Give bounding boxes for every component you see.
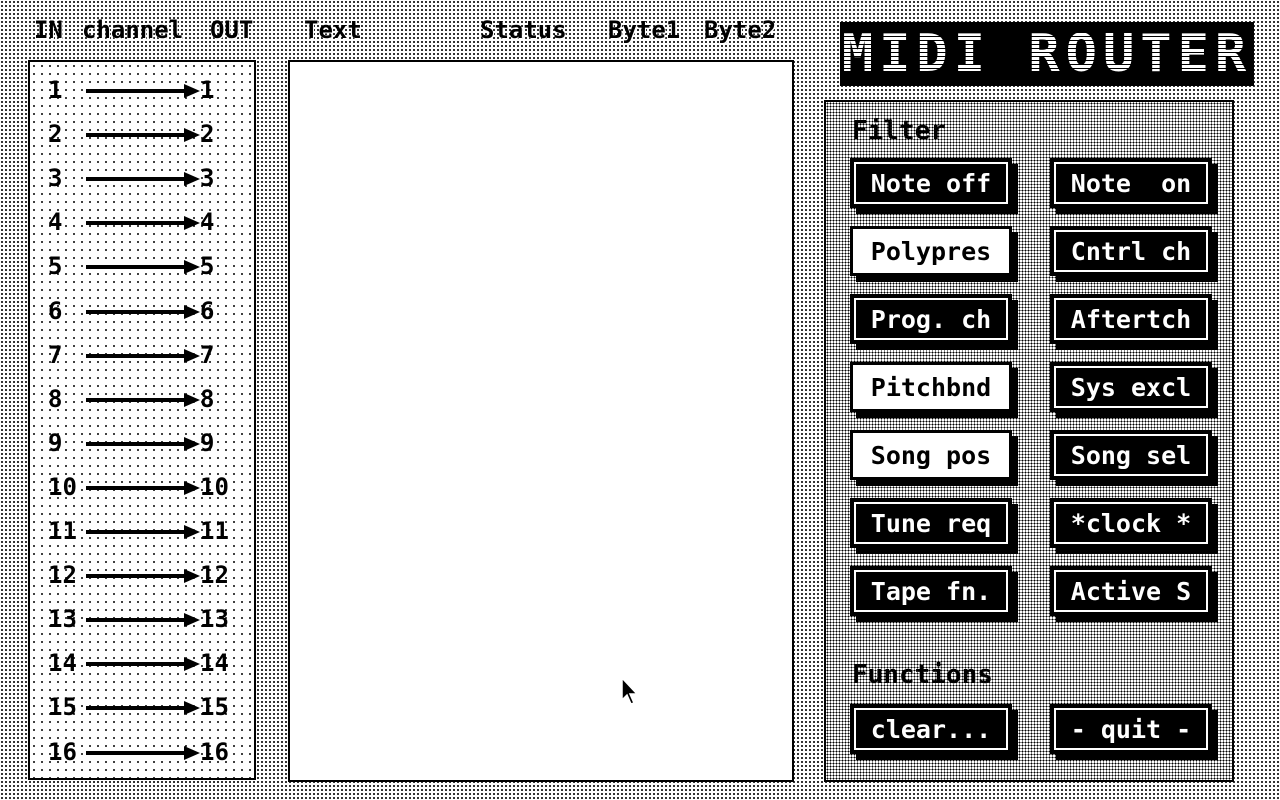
route-arrow-icon [86, 304, 200, 319]
channel-route-row[interactable]: 55 [30, 244, 254, 288]
route-arrow-icon [86, 216, 200, 231]
filter-tune-req-toggle[interactable]: Tune req [850, 498, 1012, 548]
filter-clock-toggle[interactable]: *clock * [1050, 498, 1212, 548]
channel-in-number: 12 [48, 561, 77, 590]
channel-route-row[interactable]: 11 [30, 68, 254, 112]
channel-out-number[interactable]: 16 [200, 738, 229, 766]
channel-route-row[interactable]: 11 11 [30, 509, 254, 553]
channel-in-number: 14 [48, 649, 77, 678]
channel-in-number: 16 [48, 737, 77, 766]
header-byte1: Byte1 [608, 16, 681, 44]
clear-button[interactable]: clear... [850, 704, 1012, 754]
channel-in-number: 7 [48, 340, 63, 369]
channel-in-number: 10 [48, 472, 77, 501]
channel-in-number: 11 [48, 517, 77, 545]
channel-in-number: 8 [48, 384, 63, 413]
filter-note-off-toggle[interactable]: Note off [850, 158, 1012, 208]
channel-route-row[interactable]: 12 12 [30, 553, 254, 597]
channel-out-number[interactable]: 5 [200, 252, 214, 280]
route-arrow-icon [86, 84, 200, 98]
channel-route-row[interactable]: 13 13 [30, 597, 254, 641]
channel-out-number[interactable]: 9 [200, 429, 214, 457]
header-status: Status [480, 16, 567, 44]
channel-out-number[interactable]: 10 [200, 473, 229, 501]
channel-in-number: 4 [48, 208, 63, 237]
channel-route-row[interactable]: 44 [30, 200, 254, 244]
channel-in-number: 1 [48, 76, 63, 104]
app-title-banner: MIDI ROUTER [840, 22, 1254, 86]
route-arrow-icon [86, 392, 200, 407]
filter-title: Filter [852, 116, 946, 146]
header-in: IN [34, 16, 63, 44]
channel-out-number[interactable]: 13 [200, 605, 229, 633]
channel-route-row[interactable]: 15 15 [30, 685, 254, 729]
filter-cntrl-ch-toggle[interactable]: Cntrl ch [1050, 226, 1212, 276]
channel-out-number[interactable]: 14 [200, 649, 229, 677]
route-arrow-icon [86, 701, 200, 716]
channel-out-number[interactable]: 7 [200, 341, 214, 369]
route-arrow-icon [86, 480, 200, 495]
header-text: Text [304, 16, 362, 44]
filter-sys-excl-toggle[interactable]: Sys excl [1050, 362, 1212, 412]
header-byte2: Byte2 [704, 16, 777, 44]
filter-note-on-toggle[interactable]: Note on [1050, 158, 1212, 208]
channel-route-row[interactable]: 77 [30, 333, 254, 377]
channel-in-number: 5 [48, 252, 63, 281]
channel-route-row[interactable]: 10 10 [30, 465, 254, 509]
filter-polypres-toggle[interactable]: Polypres [850, 226, 1012, 276]
route-arrow-icon [86, 172, 200, 187]
midi-monitor-area[interactable] [288, 60, 794, 782]
channel-route-row[interactable]: 14 14 [30, 641, 254, 685]
channel-route-row[interactable]: 88 [30, 377, 254, 421]
channel-out-number[interactable]: 8 [200, 385, 214, 413]
route-arrow-icon [86, 348, 200, 363]
route-arrow-icon [86, 128, 200, 143]
channel-out-number[interactable]: 1 [200, 76, 214, 104]
header-out: OUT [210, 16, 254, 44]
app-title: MIDI ROUTER [841, 24, 1253, 84]
channel-out-number[interactable]: 15 [200, 693, 229, 721]
filter-pitchbnd-toggle[interactable]: Pitchbnd [850, 362, 1012, 412]
route-arrow-icon [86, 525, 200, 539]
channel-in-number: 6 [48, 296, 63, 325]
filter-prog-ch-toggle[interactable]: Prog. ch [850, 294, 1012, 344]
mouse-pointer-icon [621, 676, 639, 705]
quit-button[interactable]: - quit - [1050, 704, 1212, 754]
route-arrow-icon [86, 613, 200, 628]
channel-out-number[interactable]: 2 [200, 120, 214, 148]
channel-in-number: 2 [48, 120, 63, 149]
channel-out-number[interactable]: 4 [200, 208, 214, 236]
channel-route-row[interactable]: 99 [30, 421, 254, 465]
channel-in-number: 15 [48, 693, 77, 722]
channel-out-number[interactable]: 6 [200, 297, 214, 325]
route-arrow-icon [86, 436, 200, 451]
channel-routing-panel: 1 1 2 2 3 3 4 4 5 5 6 6 7 7 8 8 9 9 10 10 11 11 12 12 13 13 14 14 15… [28, 60, 256, 780]
filter-panel: Filter Functions clear... - quit - Note … [824, 100, 1234, 782]
channel-in-number: 3 [48, 164, 63, 193]
filter-active-s-toggle[interactable]: Active S [1050, 566, 1212, 616]
route-arrow-icon [86, 745, 200, 760]
channel-route-row[interactable]: 22 [30, 112, 254, 156]
channel-route-row[interactable]: 66 [30, 289, 254, 333]
channel-out-number[interactable]: 3 [200, 164, 214, 192]
channel-route-row[interactable]: 16 16 [30, 730, 254, 774]
filter-tape-fn-toggle[interactable]: Tape fn. [850, 566, 1012, 616]
channel-in-number: 13 [48, 605, 77, 634]
filter-aftertch-toggle[interactable]: Aftertch [1050, 294, 1212, 344]
channel-out-number[interactable]: 12 [200, 561, 229, 589]
channel-out-number[interactable]: 11 [200, 517, 229, 545]
channel-in-number: 9 [48, 428, 63, 457]
filter-song-pos-toggle[interactable]: Song pos [850, 430, 1012, 480]
filter-song-sel-toggle[interactable]: Song sel [1050, 430, 1212, 480]
header-channel: channel [82, 16, 184, 44]
route-arrow-icon [86, 569, 200, 584]
route-arrow-icon [86, 260, 200, 275]
channel-route-row[interactable]: 33 [30, 156, 254, 200]
functions-title: Functions [852, 660, 993, 690]
route-arrow-icon [86, 657, 200, 672]
